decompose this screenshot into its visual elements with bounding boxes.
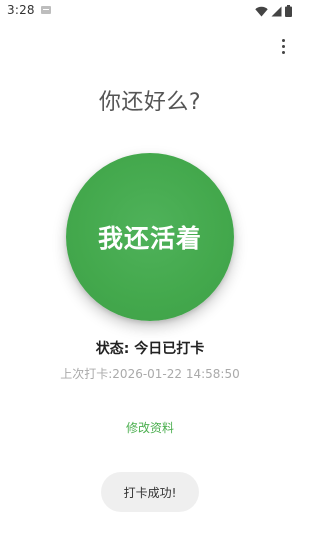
notification-icon — [41, 6, 51, 14]
menu-dot — [281, 38, 285, 42]
battery-icon — [285, 5, 292, 17]
overflow-menu-icon[interactable] — [276, 36, 290, 56]
greeting-title: 你还好么? — [98, 90, 202, 115]
status-bar: 3:28 — [0, 0, 300, 24]
menu-dot — [281, 44, 285, 48]
checkin-status-text: 状态: 今日已打卡 — [95, 341, 205, 357]
last-checkin-time: 上次打卡:2026-01-22 14:58:50 — [60, 367, 240, 381]
app-screen: 3:28 你还好么? 我还活着 状态: 今日已打卡 上次打卡:2026-01-2… — [0, 0, 300, 533]
signal-icon — [271, 6, 282, 16]
alive-checkin-button[interactable]: 我还活着 — [66, 153, 234, 321]
status-time: 3:28 — [7, 3, 35, 17]
wifi-icon — [255, 6, 268, 16]
status-icons — [255, 5, 292, 17]
alive-button-label: 我还活着 — [97, 224, 202, 253]
edit-profile-link[interactable]: 修改资料 — [0, 419, 300, 436]
menu-dot — [281, 50, 285, 54]
toast-message: 打卡成功! — [101, 472, 199, 512]
